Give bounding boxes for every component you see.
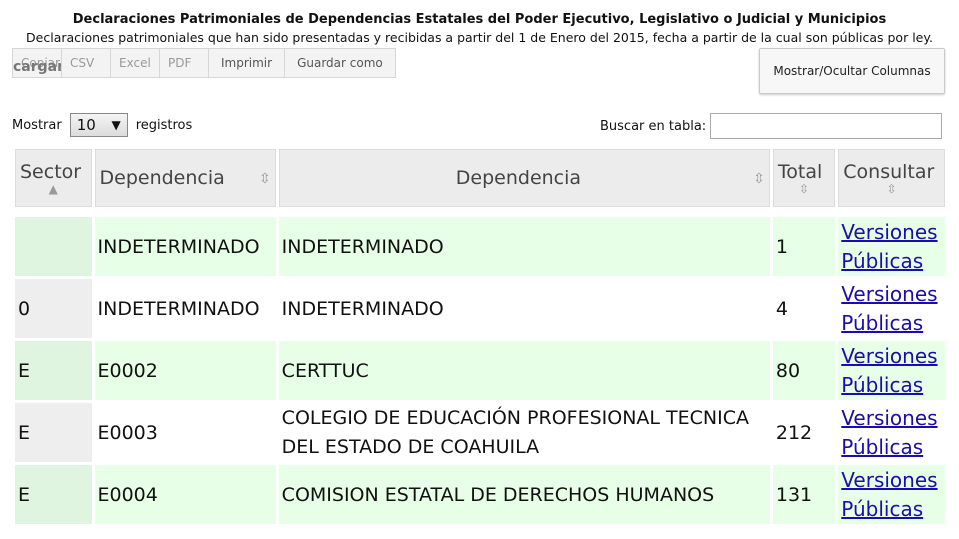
toggle-columns-button[interactable]: Mostrar/Ocultar Columnas	[759, 48, 945, 94]
cell-total: 131	[772, 465, 836, 524]
header-consultar[interactable]: Consultar ⇳	[838, 149, 945, 207]
cell-consultar: Versiones Públicas	[838, 217, 945, 276]
header-total[interactable]: Total ⇳	[772, 149, 836, 207]
page-subtitle: Declaraciones patrimoniales que han sido…	[26, 30, 933, 45]
header-dependencia-code[interactable]: Dependencia ⇳	[94, 149, 276, 207]
header-dependencia-name[interactable]: Dependencia ⇳	[278, 149, 770, 207]
page-length-value: 10	[76, 116, 96, 134]
page-length-select[interactable]: 10 ▼	[69, 113, 128, 137]
loading-overlay-text: cargar cargar cargar cargar c	[13, 59, 62, 75]
page-title: Declaraciones Patrimoniales de Dependenc…	[72, 12, 887, 27]
sort-asc-icon: ▲	[48, 182, 58, 196]
versiones-publicas-link[interactable]: Versiones Públicas	[841, 344, 937, 397]
sort-icon: ⇳	[886, 182, 897, 196]
search-input[interactable]	[710, 113, 943, 139]
sort-icon: ⇳	[799, 182, 810, 196]
cell-name: COLEGIO DE EDUCACIÓN PROFESIONAL TECNICA…	[278, 403, 770, 462]
cell-total: 80	[772, 341, 836, 400]
table-row: E E0004 COMISION ESTATAL DE DERECHOS HUM…	[15, 465, 945, 524]
cell-code: E0003	[94, 403, 276, 462]
cell-sector: E	[15, 341, 92, 400]
table-search: Buscar en tabla:	[600, 112, 943, 140]
sort-icon: ⇳	[753, 171, 765, 187]
cell-sector: E	[15, 403, 92, 462]
cell-code: E0004	[94, 465, 276, 524]
page-length-control: Mostrar 10 ▼ registros	[12, 112, 192, 138]
cell-name: CERTTUC	[278, 341, 770, 400]
cell-code: E0002	[94, 341, 276, 400]
cell-consultar: Versiones Públicas	[838, 341, 945, 400]
cell-sector	[15, 217, 92, 276]
cell-consultar: Versiones Públicas	[838, 403, 945, 462]
export-toolbar: Copiarcargar cargar cargar cargar c CSV …	[12, 48, 396, 78]
print-button[interactable]: Imprimir	[209, 49, 286, 77]
cell-code: INDETERMINADO	[94, 217, 276, 276]
csv-button[interactable]: CSV	[62, 49, 111, 77]
cell-name: INDETERMINADO	[278, 279, 770, 338]
table-row: INDETERMINADO INDETERMINADO 1 Versiones …	[15, 217, 945, 276]
length-prefix: Mostrar	[12, 117, 62, 133]
table-row: 0 INDETERMINADO INDETERMINADO 4 Versione…	[15, 279, 945, 338]
table-row: E E0003 COLEGIO DE EDUCACIÓN PROFESIONAL…	[15, 403, 945, 462]
cell-sector: 0	[15, 279, 92, 338]
length-suffix: registros	[135, 117, 193, 133]
cell-consultar: Versiones Públicas	[838, 465, 945, 524]
table-row: E E0002 CERTTUC 80 Versiones Públicas	[15, 341, 945, 400]
versiones-publicas-link[interactable]: Versiones Públicas	[841, 406, 937, 459]
dropdown-arrow-icon: ▼	[111, 118, 121, 132]
versiones-publicas-link[interactable]: Versiones Públicas	[841, 220, 937, 273]
cell-name: INDETERMINADO	[278, 217, 770, 276]
copy-button[interactable]: Copiarcargar cargar cargar cargar c	[13, 49, 62, 77]
header-sector[interactable]: Sector ▲	[15, 149, 92, 207]
cell-total: 212	[772, 403, 836, 462]
sort-icon: ⇳	[258, 171, 271, 187]
versiones-publicas-link[interactable]: Versiones Públicas	[841, 468, 937, 521]
cell-consultar: Versiones Públicas	[838, 279, 945, 338]
search-label: Buscar en tabla:	[600, 118, 707, 134]
pdf-button[interactable]: PDF	[160, 49, 209, 77]
cell-code: INDETERMINADO	[94, 279, 276, 338]
versiones-publicas-link[interactable]: Versiones Públicas	[841, 282, 937, 335]
save-as-button[interactable]: Guardar como	[285, 49, 395, 77]
cell-total: 4	[772, 279, 836, 338]
cell-name: COMISION ESTATAL DE DERECHOS HUMANOS	[278, 465, 770, 524]
declarations-table: Sector ▲ Dependencia ⇳ Dependencia ⇳ Total ⇳…	[12, 146, 948, 527]
excel-button[interactable]: Excel	[111, 49, 160, 77]
cell-total: 1	[772, 217, 836, 276]
cell-sector: E	[15, 465, 92, 524]
